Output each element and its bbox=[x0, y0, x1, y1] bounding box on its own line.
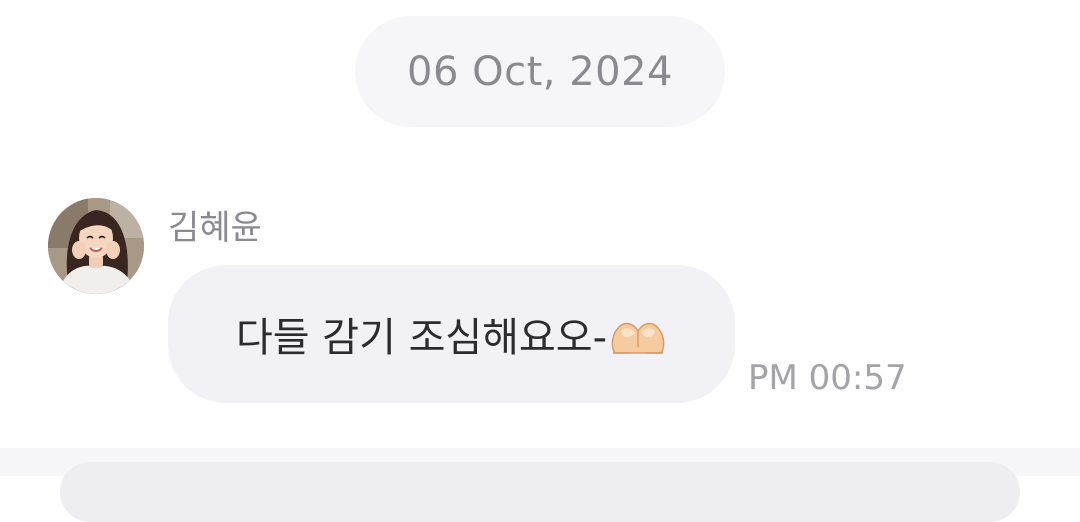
message-input[interactable] bbox=[60, 462, 1020, 522]
sender-name: 김혜윤 bbox=[168, 208, 262, 248]
sender-avatar[interactable] bbox=[48, 198, 144, 294]
profile-photo-avatar-icon bbox=[48, 198, 144, 294]
heart-hands-emoji-icon bbox=[611, 322, 665, 354]
message-bubble[interactable]: 다들 감기 조심해요오- bbox=[168, 265, 735, 403]
date-separator-label: 06 Oct, 2024 bbox=[407, 48, 673, 95]
message-timestamp: PM 00:57 bbox=[748, 358, 907, 398]
message-text-wrapper: 다들 감기 조심해요오- bbox=[236, 305, 667, 363]
chat-message-list[interactable]: 06 Oct, 2024 김혜윤 다들 감기 조심해요오- PM 00:57 bbox=[0, 0, 1080, 448]
date-separator: 06 Oct, 2024 bbox=[355, 16, 725, 127]
message-text: 다들 감기 조심해요오- bbox=[235, 315, 608, 361]
